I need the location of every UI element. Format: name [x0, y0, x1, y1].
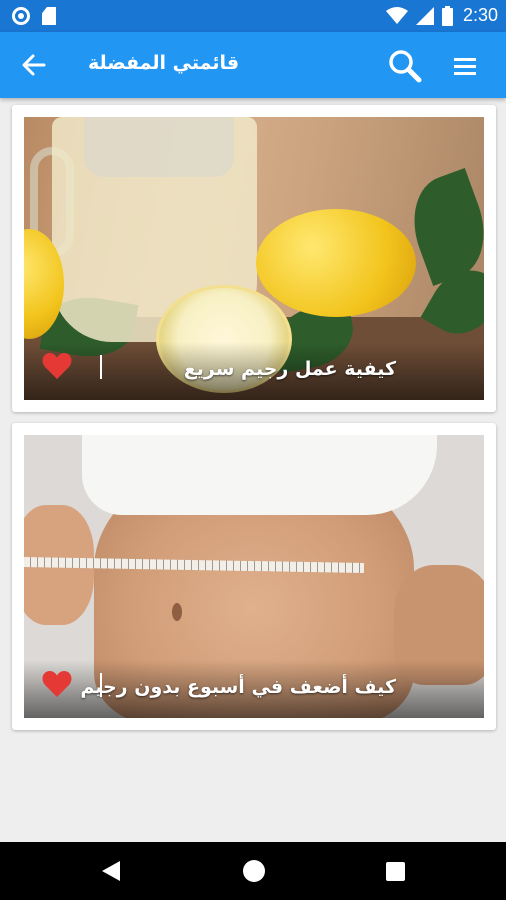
camera-circle-icon — [12, 7, 30, 25]
sd-card-icon — [42, 7, 56, 25]
status-time: 2:30 — [462, 5, 498, 25]
status-bar: 2:30 — [0, 0, 506, 32]
app-bar: قائمتي المفضلة — [0, 32, 506, 98]
favorite-card[interactable]: كيفية عمل رجيم سريع — [12, 105, 496, 412]
nav-recents-icon[interactable] — [386, 862, 405, 881]
article-title[interactable]: كيف أضعف في أسبوع بدون رجيم — [80, 676, 396, 698]
signal-icon — [415, 6, 434, 25]
waist-measuring-tape-image[interactable]: كيف أضعف في أسبوع بدون رجيم — [24, 435, 484, 718]
divider — [100, 673, 102, 697]
battery-icon — [441, 5, 453, 26]
article-title[interactable]: كيفية عمل رجيم سريع — [184, 358, 396, 380]
wifi-icon — [385, 6, 408, 24]
caption-bar: كيفية عمل رجيم سريع — [24, 342, 484, 400]
caption-bar: كيف أضعف في أسبوع بدون رجيم — [24, 660, 484, 718]
divider — [100, 355, 102, 379]
back-arrow-icon[interactable] — [20, 51, 48, 79]
hamburger-menu-icon[interactable] — [452, 53, 478, 79]
nav-home-icon[interactable] — [243, 860, 265, 882]
page-title: قائمتي المفضلة — [88, 52, 240, 74]
favorite-card[interactable]: كيف أضعف في أسبوع بدون رجيم — [12, 423, 496, 730]
heart-icon[interactable] — [42, 352, 72, 380]
system-nav-bar — [0, 842, 506, 900]
search-icon[interactable] — [388, 49, 422, 83]
heart-icon[interactable] — [42, 670, 72, 698]
lemon-juice-pitcher-image[interactable]: كيفية عمل رجيم سريع — [24, 117, 484, 400]
nav-back-icon[interactable] — [100, 860, 122, 882]
